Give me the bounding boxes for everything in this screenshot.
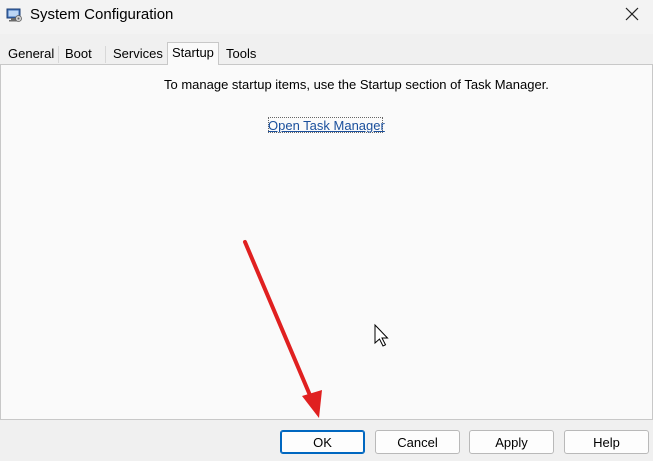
help-button[interactable]: Help <box>564 430 649 454</box>
open-task-manager-link[interactable]: Open Task Manager <box>268 118 385 133</box>
tab-separator <box>105 46 106 63</box>
window-title: System Configuration <box>30 6 174 23</box>
tab-startup[interactable]: Startup <box>167 42 219 65</box>
tab-tools[interactable]: Tools <box>222 44 260 64</box>
tab-services[interactable]: Services <box>109 44 167 64</box>
system-config-icon <box>6 7 22 23</box>
startup-info-text: To manage startup items, use the Startup… <box>164 77 549 92</box>
tab-separator <box>58 46 59 63</box>
apply-button[interactable]: Apply <box>469 430 554 454</box>
startup-panel: To manage startup items, use the Startup… <box>0 64 653 420</box>
tab-strip: General Boot Services Startup Tools <box>0 42 653 65</box>
close-button[interactable] <box>611 0 653 30</box>
ok-button[interactable]: OK <box>280 430 365 454</box>
close-icon <box>625 7 639 24</box>
tab-general[interactable]: General <box>4 44 58 64</box>
tab-boot[interactable]: Boot <box>61 44 96 64</box>
title-bar: System Configuration <box>0 0 653 34</box>
cancel-button[interactable]: Cancel <box>375 430 460 454</box>
